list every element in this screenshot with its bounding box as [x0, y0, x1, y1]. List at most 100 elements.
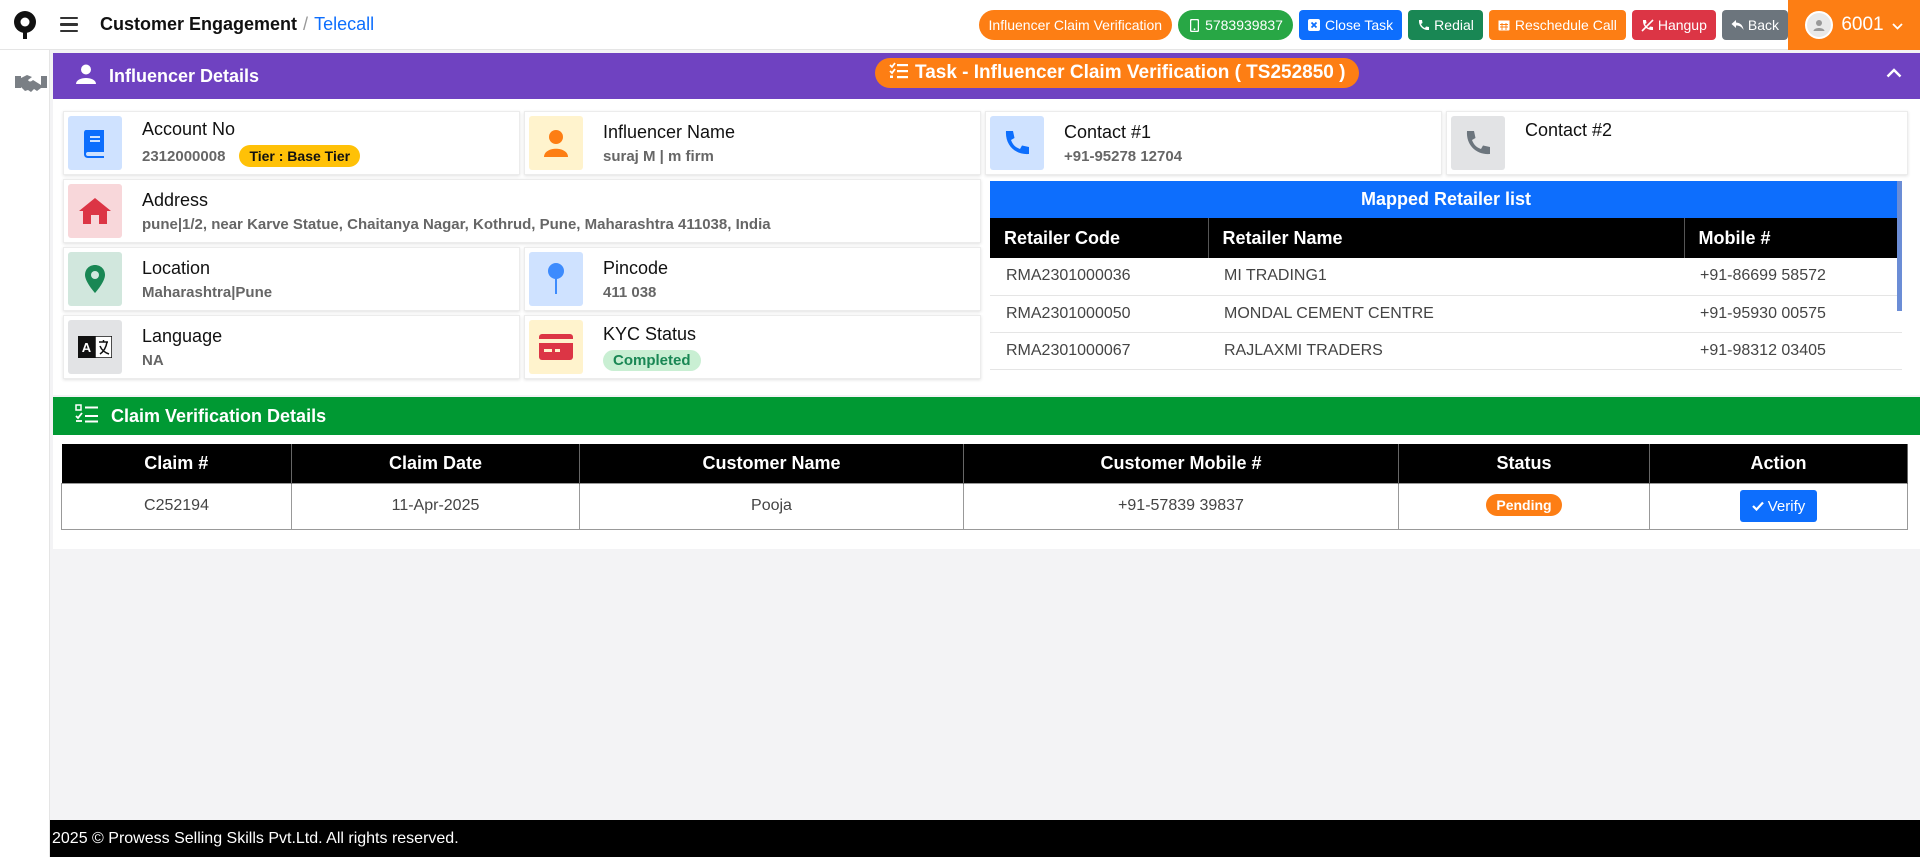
- contact-1-label: Contact #1: [1064, 121, 1152, 142]
- contact-2-info[interactable]: Contact #2: [1446, 111, 1908, 175]
- section-title: Claim Verification Details: [111, 405, 327, 426]
- claim-verification-button[interactable]: Influencer Claim Verification: [978, 10, 1173, 40]
- phone-icon: [990, 116, 1044, 170]
- retailer-name: MI TRADING1: [1208, 258, 1684, 296]
- collapse-chevron-up-icon[interactable]: [1886, 65, 1902, 83]
- close-square-icon: [1308, 19, 1321, 32]
- back-button[interactable]: Back: [1721, 10, 1788, 40]
- table-row[interactable]: RMA2301000067 RAJLAXMI TRADERS +91-98312…: [990, 332, 1902, 370]
- menu-toggle-icon[interactable]: [60, 10, 90, 40]
- address-value: pune|1/2, near Karve Statue, Chaitanya N…: [142, 215, 771, 233]
- action-cell: Verify: [1649, 482, 1908, 530]
- list-check-icon: [75, 403, 99, 429]
- handshake-icon[interactable]: [14, 72, 48, 99]
- phone-number-button[interactable]: 5783939837: [1178, 10, 1293, 40]
- account-info: Account No 2312000008 Tier : Base Tier: [63, 111, 520, 175]
- task-badge: Task - Influencer Claim Verification ( T…: [875, 58, 1360, 88]
- location-value: Maharashtra|Pune: [142, 283, 273, 301]
- retailer-table: Retailer Code Retailer Name Mobile # RMA…: [990, 218, 1902, 370]
- contact-1-info[interactable]: Contact #1 +91-95278 12704: [985, 111, 1442, 175]
- retailer-name: RAJLAXMI TRADERS: [1208, 332, 1684, 370]
- tier-badge: Tier : Base Tier: [239, 145, 361, 167]
- mobile-icon: [1188, 18, 1201, 32]
- language-icon: A: [68, 320, 122, 374]
- retailer-code: RMA2301000067: [990, 332, 1208, 370]
- task-list-icon: [889, 61, 909, 85]
- left-rail: [0, 50, 50, 857]
- claim-table: Claim # Claim Date Customer Name Custome…: [61, 444, 1908, 530]
- location-label: Location: [142, 257, 211, 278]
- account-label: Account No: [142, 119, 236, 139]
- retailer-code: RMA2301000036: [990, 258, 1208, 296]
- customer-mobile: +91-57839 39837: [963, 482, 1399, 530]
- retailer-code: RMA2301000050: [990, 295, 1208, 333]
- column-header: Claim Date: [291, 444, 580, 483]
- column-header: Action: [1649, 444, 1908, 483]
- check-icon: [1751, 498, 1764, 515]
- kyc-label: KYC Status: [603, 323, 697, 344]
- customer-name: Pooja: [579, 482, 964, 530]
- influencer-details-header: Influencer Details Task - Influencer Cla…: [53, 53, 1920, 99]
- contact-1-value: +91-95278 12704: [1064, 147, 1183, 165]
- account-number: 2312000008: [142, 147, 226, 165]
- chevron-down-icon: [1892, 14, 1903, 36]
- influencer-details-card: Influencer Details Task - Influencer Cla…: [53, 53, 1920, 395]
- footer: 2025 © Prowess Selling Skills Pvt.Ltd. A…: [50, 820, 1920, 857]
- kyc-status-info: KYC Status Completed: [524, 315, 981, 379]
- status-cell: Pending: [1398, 482, 1650, 530]
- claim-date: 11-Apr-2025: [291, 482, 580, 530]
- verify-button[interactable]: Verify: [1739, 490, 1818, 522]
- reschedule-call-button[interactable]: Reschedule Call: [1488, 10, 1626, 40]
- address-label: Address: [142, 189, 209, 210]
- credit-card-icon: [529, 320, 583, 374]
- language-value: NA: [142, 351, 164, 369]
- location-info: Location Maharashtra|Pune: [63, 247, 520, 311]
- house-icon: [68, 184, 122, 238]
- scrollbar-thumb[interactable]: [1897, 181, 1902, 311]
- app-logo-icon[interactable]: [0, 0, 50, 50]
- claim-number: C252194: [61, 482, 292, 530]
- reply-icon: [1731, 19, 1744, 32]
- pincode-value: 411 038: [603, 283, 657, 301]
- breadcrumb-section[interactable]: Telecall: [314, 14, 374, 34]
- pincode-info: Pincode 411 038: [524, 247, 981, 311]
- kyc-status-badge: Completed: [603, 349, 701, 371]
- section-title: Influencer Details: [109, 65, 260, 86]
- user-icon: [75, 63, 97, 90]
- top-navbar: Customer Engagement / Telecall Influencer …: [0, 0, 1920, 50]
- mapped-retailer-list: Mapped Retailer list Retailer Code Retai…: [990, 181, 1902, 386]
- pincode-label: Pincode: [603, 257, 669, 278]
- redial-button[interactable]: Redial: [1408, 10, 1483, 40]
- status-badge: Pending: [1486, 494, 1562, 516]
- language-label: Language: [142, 325, 223, 346]
- contact-2-label: Contact #2: [1525, 120, 1613, 140]
- close-task-button[interactable]: Close Task: [1298, 10, 1403, 40]
- map-pin-icon: [68, 252, 122, 306]
- column-header: Retailer Name: [1208, 218, 1685, 258]
- thumbtack-icon: [529, 252, 583, 306]
- hangup-button[interactable]: Hangup: [1631, 10, 1716, 40]
- user-id: 6001: [1841, 14, 1884, 35]
- language-info: A Language NA: [63, 315, 520, 379]
- phone-slash-icon: [1641, 18, 1654, 32]
- table-row: C252194 11-Apr-2025 Pooja +91-57839 3983…: [61, 482, 1908, 530]
- column-header: Status: [1398, 444, 1650, 483]
- table-row[interactable]: RMA2301000036 MI TRADING1 +91-86699 5857…: [990, 258, 1902, 296]
- retailer-mobile: +91-86699 58572: [1684, 258, 1902, 296]
- calendar-icon: [1498, 19, 1511, 32]
- avatar: [1805, 11, 1834, 39]
- influencer-name-value: suraj M | m firm: [603, 147, 714, 165]
- user-menu[interactable]: 6001: [1788, 0, 1920, 50]
- influencer-name-label: Influencer Name: [603, 121, 736, 142]
- phone-icon: [1451, 116, 1505, 170]
- retailer-mobile: +91-98312 03405: [1684, 332, 1902, 370]
- table-row[interactable]: RMA2301000050 MONDAL CEMENT CENTRE +91-9…: [990, 295, 1902, 333]
- svg-text:A: A: [82, 340, 92, 355]
- claim-verification-card: Claim Verification Details Claim # Claim…: [53, 397, 1920, 549]
- retailer-name: MONDAL CEMENT CENTRE: [1208, 295, 1684, 333]
- book-icon: [68, 116, 122, 170]
- phone-volume-icon: [1417, 19, 1430, 32]
- app-title: Customer Engagement: [100, 14, 298, 34]
- column-header: Retailer Code: [990, 218, 1209, 258]
- influencer-name-info: Influencer Name suraj M | m firm: [524, 111, 981, 175]
